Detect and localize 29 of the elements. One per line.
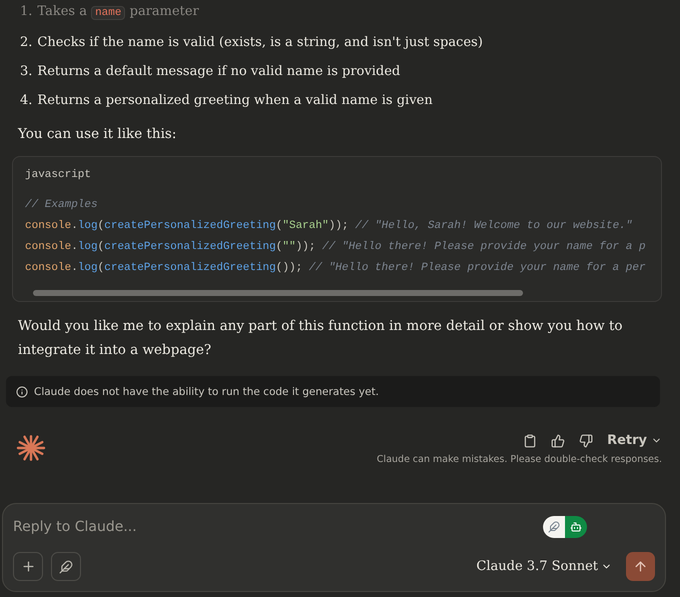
paragraph: Would you like me to explain any part of this function in more detail or show you how to integrate it into a webpage? (18, 317, 624, 360)
thumbs-down-icon[interactable] (579, 434, 594, 448)
feather-icon (59, 560, 73, 574)
list-item: 2. Checks if the name is valid (exists, is a string, and isn't just spaces) (20, 34, 484, 52)
feather-icon (548, 521, 560, 533)
list-item: 1. Takes a name parameter (20, 3, 200, 22)
info-icon (16, 386, 28, 398)
code-line: console.log(createPersonalizedGreeting("Sarah")); // "Hello, Sarah! Welcome to our website." (25, 219, 634, 234)
style-button[interactable] (51, 552, 81, 581)
model-selector[interactable]: Claude 3.7 Sonnet (476, 559, 612, 574)
plus-icon (20, 559, 36, 574)
clipboard-icon[interactable] (523, 434, 538, 448)
add-button[interactable] (13, 552, 43, 581)
sparkle-logo-icon (16, 433, 46, 463)
list-item: 4. Returns a personalized greeting when a valid name is given (20, 92, 434, 110)
code-line: console.log(createPersonalizedGreeting()); // "Hello there! Please provide your name for a per (25, 261, 647, 276)
list-item: 3. Returns a default message if no valid name is provided (20, 63, 402, 81)
reply-field[interactable]: Reply to Claude... (13, 519, 313, 535)
code-line: // Examples (25, 198, 99, 213)
send-button[interactable] (626, 552, 655, 581)
robot-icon (570, 521, 582, 533)
language-label: javascript (25, 169, 92, 181)
notice-text: Claude does not have the ability to run the code it generates yet. (34, 386, 379, 398)
paragraph: You can use it like this: (18, 125, 178, 144)
thumbs-up-icon[interactable] (551, 434, 566, 448)
extension-toggle[interactable] (543, 516, 587, 538)
disclaimer-text: Claude can make mistakes. Please double-check responses. (376, 454, 662, 465)
code-line: console.log(createPersonalizedGreeting("")); // "Hello there! Please provide your name for a p (25, 240, 647, 255)
retry-button[interactable]: Retry (607, 433, 662, 448)
